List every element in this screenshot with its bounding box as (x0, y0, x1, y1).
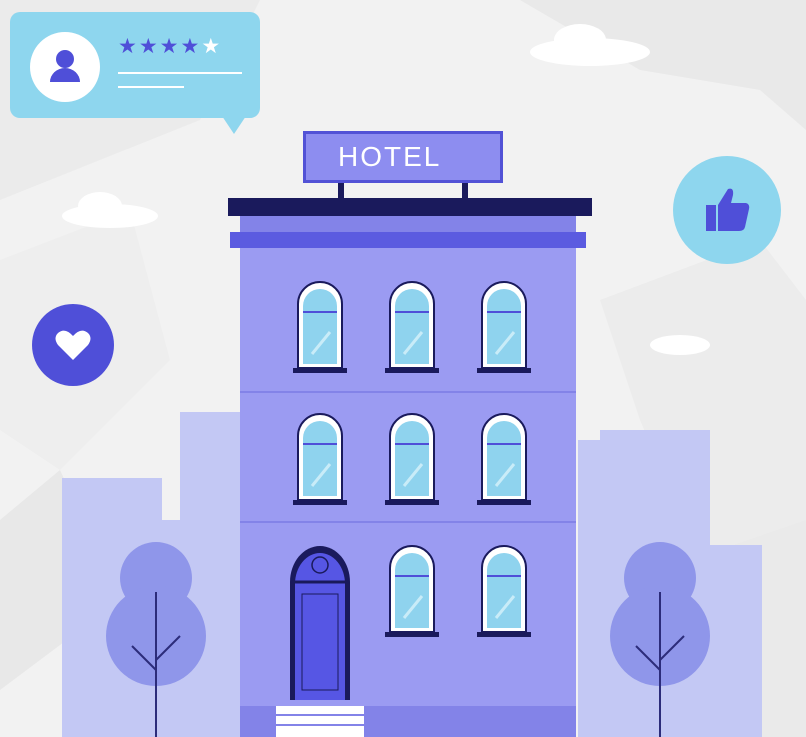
window-glass (303, 289, 337, 364)
avatar (30, 32, 100, 102)
star-icon: ★ (159, 34, 181, 58)
window-glass (303, 421, 337, 496)
roof (228, 198, 592, 216)
thumbs-up-icon (706, 188, 750, 231)
window-glass (395, 553, 429, 628)
window-sill (477, 632, 531, 637)
window-glass (487, 289, 521, 364)
window-sill (293, 500, 347, 505)
star-rating: ★★★★★ (118, 36, 222, 57)
entrance-steps (276, 706, 364, 737)
star-icon: ★ (138, 34, 160, 58)
like-badge (673, 156, 781, 264)
favorite-badge (32, 304, 114, 386)
window-sill (477, 368, 531, 373)
window-sill (477, 500, 531, 505)
review-text-line (118, 72, 242, 74)
window-sill (385, 500, 439, 505)
user-icon (50, 50, 80, 82)
review-card: ★★★★★ (10, 12, 260, 134)
window-sill (385, 632, 439, 637)
window-sill (293, 368, 347, 373)
window-glass (487, 421, 521, 496)
star-icon: ★ (180, 34, 202, 58)
front-door (290, 546, 350, 700)
window-glass (395, 289, 429, 364)
review-text-line (118, 86, 184, 88)
speech-bubble-tail (222, 116, 246, 134)
cornice (230, 232, 586, 248)
window-glass (487, 553, 521, 628)
window-sill (385, 368, 439, 373)
star-icon-empty: ★ (201, 34, 223, 58)
star-icon: ★ (118, 34, 139, 58)
heart-icon (55, 330, 91, 360)
hotel-sign: HOTEL (303, 131, 503, 183)
window-glass (395, 421, 429, 496)
